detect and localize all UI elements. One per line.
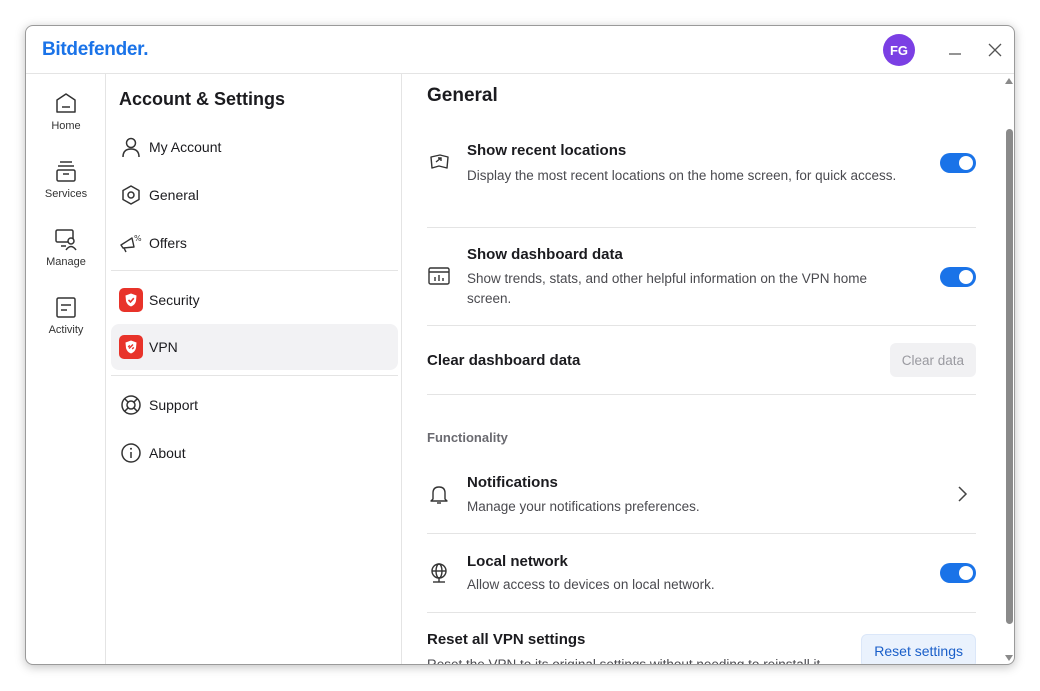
user-avatar[interactable]: FG: [883, 34, 915, 66]
chevron-right-icon: [958, 486, 968, 502]
dashboard-data-toggle[interactable]: [940, 267, 976, 287]
setting-description: Manage your notifications preferences.: [467, 499, 700, 514]
svg-text:%: %: [134, 234, 142, 243]
clear-data-button[interactable]: Clear data: [889, 343, 976, 377]
title-bar: Bitdefender. FG: [26, 26, 1014, 74]
menu-item-label: My Account: [149, 139, 222, 155]
menu-item-label: VPN: [149, 339, 178, 355]
menu-item-vpn[interactable]: VPN: [111, 324, 398, 370]
toggle-knob: [959, 156, 973, 170]
rail-item-activity[interactable]: Activity: [26, 294, 106, 336]
page-title: General: [427, 85, 498, 106]
rail-item-services[interactable]: Services: [26, 158, 106, 200]
local-network-toggle[interactable]: [940, 563, 976, 583]
app-window: Bitdefender. FG Home Services Manage Act…: [25, 25, 1015, 665]
reset-settings-button[interactable]: Reset settings: [861, 634, 976, 664]
home-icon: [56, 93, 76, 113]
setting-title: Show recent locations: [467, 142, 627, 159]
setting-title: Clear dashboard data: [427, 352, 581, 369]
row-divider: [427, 394, 976, 395]
info-icon: [119, 441, 143, 465]
scroll-thumb[interactable]: [1006, 129, 1013, 624]
menu-item-support[interactable]: Support: [111, 382, 398, 428]
section-label-functionality: Functionality: [427, 430, 508, 445]
scroll-down-arrow[interactable]: [1005, 655, 1013, 661]
rail-label: Manage: [46, 256, 86, 268]
toggle-knob: [959, 566, 973, 580]
setting-description: Allow access to devices on local network…: [467, 577, 715, 592]
settings-menu: Account & Settings My Account General % …: [107, 74, 402, 664]
rail-label: Home: [51, 120, 81, 132]
setting-notifications[interactable]: Notifications Manage your notifications …: [427, 472, 976, 518]
row-divider: [427, 533, 976, 534]
menu-title: Account & Settings: [119, 89, 286, 109]
brand-logo: Bitdefender.: [42, 39, 149, 60]
setting-description: Display the most recent locations on the…: [467, 168, 897, 183]
recent-locations-icon: [430, 154, 449, 169]
setting-title: Show dashboard data: [467, 246, 623, 263]
row-divider: [427, 612, 976, 613]
settings-content: General Show recent locations Display th…: [403, 74, 1001, 665]
bell-icon: [430, 486, 448, 504]
globe-network-icon: [431, 563, 447, 583]
menu-item-offers[interactable]: % Offers: [111, 220, 398, 266]
rail-label: Services: [44, 188, 88, 200]
row-divider: [427, 227, 976, 228]
close-icon: [988, 43, 1002, 57]
lifebuoy-icon: [119, 393, 143, 417]
security-badge-icon: [119, 288, 143, 312]
minimize-button[interactable]: [945, 40, 965, 60]
manage-icon: [55, 229, 77, 251]
menu-item-label: Offers: [149, 235, 187, 251]
toggle-knob: [959, 270, 973, 284]
dashboard-chart-icon: [428, 267, 450, 285]
services-icon: [56, 161, 76, 182]
setting-show-recent-locations: Show recent locations Display the most r…: [427, 140, 976, 200]
setting-clear-dashboard-data: Clear dashboard data Clear data: [427, 342, 976, 378]
menu-item-security[interactable]: Security: [111, 277, 398, 323]
setting-title: Notifications: [467, 474, 558, 491]
rail-item-home[interactable]: Home: [26, 90, 106, 132]
nav-rail: Home Services Manage Activity: [26, 74, 106, 664]
menu-divider: [111, 375, 398, 376]
minimize-icon: [949, 53, 961, 55]
setting-show-dashboard-data: Show dashboard data Show trends, stats, …: [427, 244, 976, 310]
close-button[interactable]: [985, 40, 1005, 60]
setting-reset-vpn: Reset all VPN settings Reset the VPN to …: [427, 630, 976, 665]
setting-title: Reset all VPN settings: [427, 631, 586, 648]
menu-divider: [111, 270, 398, 271]
menu-item-label: General: [149, 187, 199, 203]
menu-item-my-account[interactable]: My Account: [111, 124, 398, 170]
setting-title: Local network: [467, 553, 568, 570]
row-divider: [427, 325, 976, 326]
setting-description: Show trends, stats, and other helpful in…: [467, 271, 867, 306]
user-icon: [119, 135, 143, 159]
content-scrollbar[interactable]: [1002, 74, 1014, 664]
megaphone-icon: %: [119, 231, 143, 255]
rail-label: Activity: [48, 324, 84, 336]
menu-item-general[interactable]: General: [111, 172, 398, 218]
recent-locations-toggle[interactable]: [940, 153, 976, 173]
setting-local-network: Local network Allow access to devices on…: [427, 551, 976, 597]
scroll-up-arrow[interactable]: [1005, 78, 1013, 84]
rail-item-manage[interactable]: Manage: [26, 226, 106, 268]
menu-item-label: About: [149, 445, 186, 461]
activity-icon: [56, 297, 76, 318]
menu-item-about[interactable]: About: [111, 430, 398, 476]
menu-item-label: Support: [149, 397, 199, 413]
setting-description: Reset the VPN to its original settings w…: [427, 657, 824, 665]
menu-item-label: Security: [149, 292, 200, 308]
hexagon-icon: [119, 183, 143, 207]
vpn-badge-icon: [119, 335, 143, 359]
